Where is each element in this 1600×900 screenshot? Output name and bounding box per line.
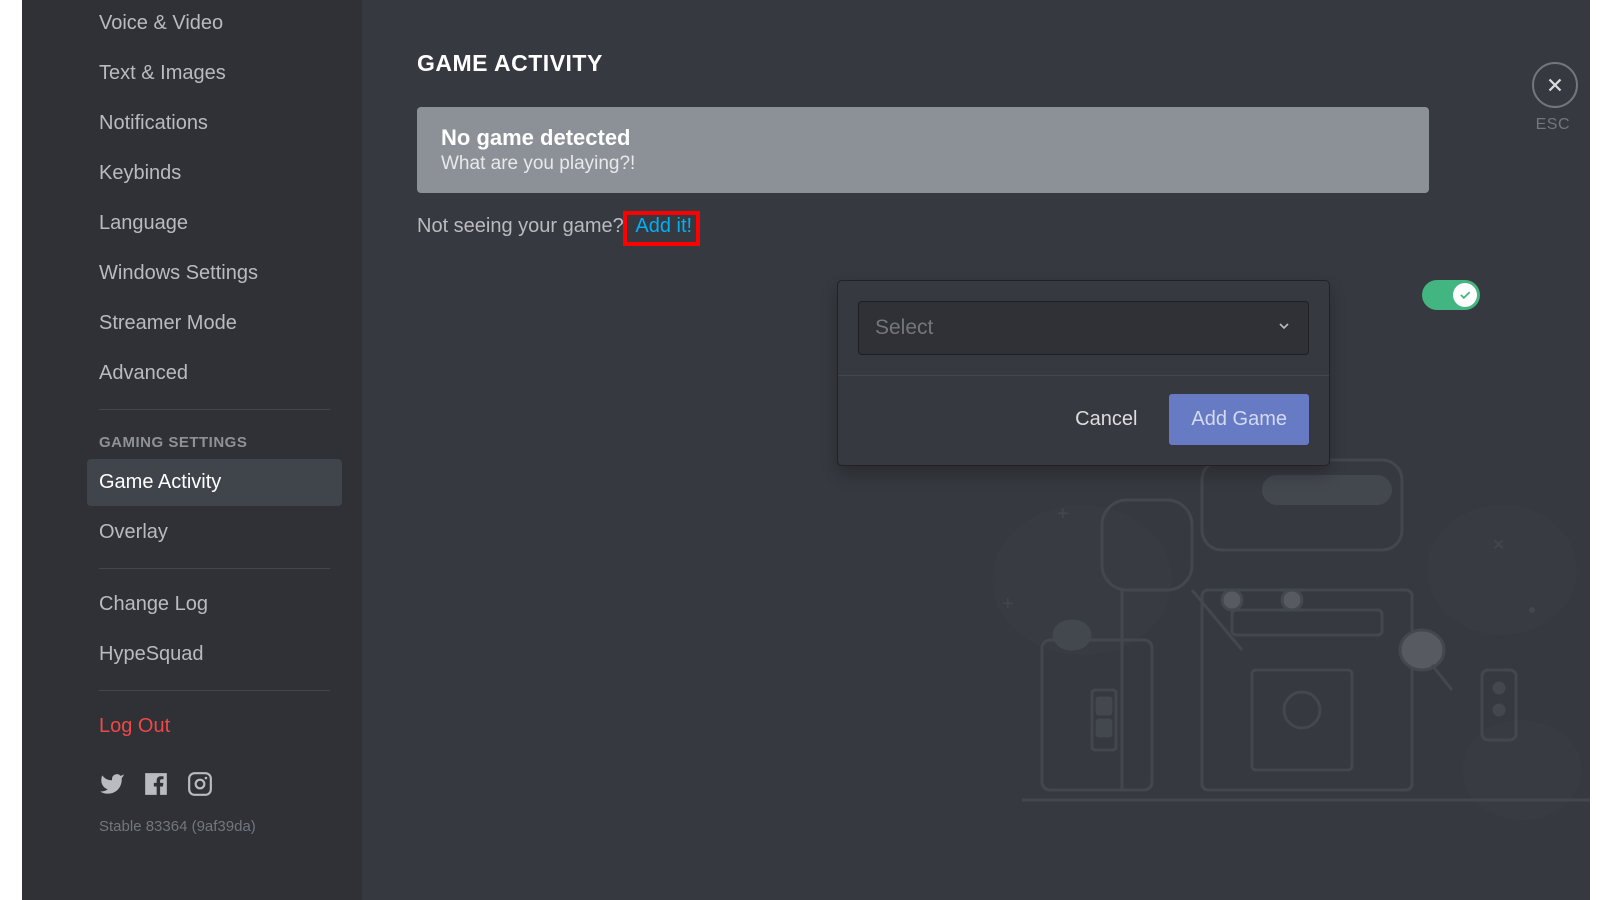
sidebar-divider (99, 568, 330, 569)
check-icon (1458, 288, 1472, 302)
sidebar-item-voice-video[interactable]: Voice & Video (87, 0, 342, 47)
social-icons-row (87, 753, 342, 810)
sidebar-item-overlay[interactable]: Overlay (87, 509, 342, 556)
sidebar-section-gaming-header: GAMING SETTINGS (87, 422, 342, 459)
version-text: Stable 83364 (9af39da) (87, 810, 342, 843)
right-white-stripe (1590, 0, 1600, 900)
status-title: No game detected (441, 125, 1405, 151)
sidebar-item-keybinds[interactable]: Keybinds (87, 150, 342, 197)
popup-divider (838, 375, 1329, 376)
page-title: GAME ACTIVITY (417, 50, 1540, 77)
close-icon (1544, 74, 1566, 96)
sidebar-item-language[interactable]: Language (87, 200, 342, 247)
arcade-illustration: + + ✕ (962, 440, 1600, 840)
sidebar-item-windows-settings[interactable]: Windows Settings (87, 250, 342, 297)
sidebar-divider (99, 690, 330, 691)
esc-label: ESC (1536, 116, 1570, 134)
status-message-toggle[interactable] (1422, 280, 1480, 310)
svg-text:✕: ✕ (1492, 537, 1505, 554)
sidebar-item-hypesquad[interactable]: HypeSquad (87, 631, 342, 678)
twitter-icon[interactable] (99, 771, 125, 802)
sidebar-item-game-activity[interactable]: Game Activity (87, 459, 342, 506)
sidebar-item-advanced[interactable]: Advanced (87, 350, 342, 397)
settings-sidebar: Voice & Video Text & Images Notification… (22, 0, 362, 900)
add-it-link[interactable]: Add it! (623, 211, 700, 246)
status-subtitle: What are you playing?! (441, 153, 1405, 175)
game-select-dropdown[interactable]: Select (858, 301, 1309, 355)
hint-row: Not seeing your game? Add it! (417, 211, 1540, 246)
sidebar-item-text-images[interactable]: Text & Images (87, 50, 342, 97)
sidebar-item-logout[interactable]: Log Out (87, 703, 342, 750)
add-game-button[interactable]: Add Game (1169, 394, 1309, 445)
add-game-popup: Select Cancel Add Game (837, 280, 1330, 466)
cancel-button[interactable]: Cancel (1057, 396, 1155, 443)
svg-text:+: + (1002, 593, 1014, 615)
sidebar-item-streamer-mode[interactable]: Streamer Mode (87, 300, 342, 347)
select-placeholder: Select (875, 316, 933, 340)
hint-prefix: Not seeing your game? (417, 215, 624, 237)
facebook-icon[interactable] (143, 771, 169, 802)
game-status-box: No game detected What are you playing?! (417, 107, 1429, 193)
close-button[interactable] (1532, 62, 1578, 108)
svg-text:+: + (1057, 503, 1069, 525)
instagram-icon[interactable] (187, 771, 213, 802)
sidebar-item-change-log[interactable]: Change Log (87, 581, 342, 628)
sidebar-divider (99, 409, 330, 410)
popup-buttons: Cancel Add Game (858, 394, 1309, 445)
main-content: GAME ACTIVITY No game detected What are … (362, 0, 1600, 900)
left-white-stripe (0, 0, 22, 900)
sidebar-item-notifications[interactable]: Notifications (87, 100, 342, 147)
chevron-down-icon (1276, 318, 1292, 339)
